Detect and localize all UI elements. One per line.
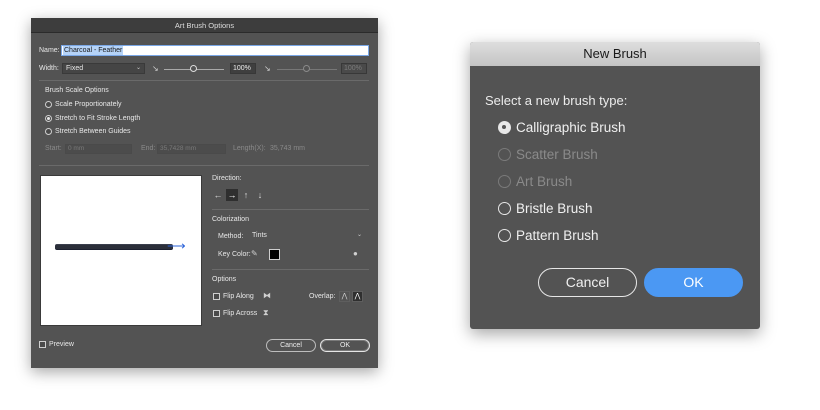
scale-option-label: Stretch Between Guides [55,128,131,135]
chevron-down-icon: ⌄ [356,232,362,238]
overlap-none-button[interactable]: ⋀ [352,291,363,302]
radio-button [498,175,511,188]
option-label: Scatter Brush [516,147,598,162]
length-label: Length(X): [233,145,266,152]
width-variable-icon: ↘ [152,64,159,73]
direction-label: Direction: [212,175,242,182]
name-field[interactable]: Charcoal - Feather [61,45,369,56]
length-value: 35,743 mm [270,145,306,152]
flip-along-icon: ⧓ [263,291,271,300]
divider [39,165,369,166]
brush-preview: ⟶ [40,175,202,326]
cancel-button[interactable]: Cancel [266,339,316,352]
preview-label: Preview [49,341,74,348]
art-brush-options-dialog: Art Brush Options Name: Charcoal - Feath… [31,18,378,368]
tips-icon[interactable]: ● [353,250,358,258]
overlap-label: Overlap: [309,293,336,300]
option-label: Art Brush [516,174,573,189]
key-color-label: Key Color: [218,251,251,258]
scale-option-label: Stretch to Fit Stroke Length [55,115,141,122]
variation-percent-field: 100% [341,63,367,74]
preview-checkbox[interactable] [39,341,46,348]
key-color-swatch[interactable] [269,249,280,260]
direction-up-button[interactable]: ↑ [240,189,252,201]
direction-down-button[interactable]: ↓ [254,189,266,201]
method-dropdown[interactable]: Tints ⌄ [248,230,366,241]
radio-button[interactable] [498,229,511,242]
start-label: Start: [45,145,62,152]
radio-stretch-to-fit[interactable] [45,115,52,122]
radio-button [498,148,511,161]
brush-type-prompt: Select a new brush type: [485,93,628,108]
dialog-title: Art Brush Options [31,18,378,33]
flip-across-label: Flip Across [223,310,258,317]
flip-along-label: Flip Along [223,293,254,300]
end-label: End: [141,145,156,152]
cancel-button[interactable]: Cancel [538,268,637,297]
brush-stroke [55,245,173,249]
direction-right-button[interactable]: → [226,189,238,201]
option-label: Calligraphic Brush [516,120,626,135]
eyedropper-icon[interactable]: ✎ [251,250,258,258]
colorization-label: Colorization [212,216,249,223]
ok-button[interactable]: OK [320,339,370,352]
width-percent-field[interactable]: 100% [230,63,256,74]
name-label: Name: [39,47,60,54]
end-field: 35,7428 mm [157,144,226,154]
width-dropdown[interactable]: Fixed ⌄ [62,63,145,74]
radio-button[interactable] [498,202,511,215]
chevron-down-icon: ⌄ [135,65,141,71]
width-variation-icon: ↘ [264,64,271,73]
radio-scale-proportionately[interactable] [45,101,52,108]
start-field: 0 mm [65,144,132,154]
flip-across-checkbox[interactable] [213,310,220,317]
width-label: Width: [39,65,59,72]
width-value: Fixed [66,65,84,72]
divider [212,209,369,210]
method-value: Tints [252,232,267,239]
direction-arrow-icon: ⟶ [167,238,186,253]
dialog-title: New Brush [470,42,760,66]
radio-button[interactable] [498,121,511,134]
flip-across-icon: ⧗ [263,308,269,317]
new-brush-dialog: New Brush Select a new brush type: Calli… [470,42,760,329]
name-value: Charcoal - Feather [63,46,124,55]
brush-scale-header: Brush Scale Options [45,87,109,94]
direction-left-button[interactable]: ← [212,189,224,201]
width-slider-thumb[interactable] [190,65,197,72]
divider [39,80,369,81]
ok-button[interactable]: OK [644,268,743,297]
radio-stretch-between-guides[interactable] [45,128,52,135]
option-label: Pattern Brush [516,228,599,243]
divider [212,269,369,270]
method-label: Method: [218,233,244,240]
overlap-adjust-button[interactable]: ⋀ [339,291,350,302]
option-label: Bristle Brush [516,201,593,216]
scale-option-label: Scale Proportionately [55,101,122,108]
variation-slider-thumb [303,65,310,72]
options-label: Options [212,276,237,283]
flip-along-checkbox[interactable] [213,293,220,300]
